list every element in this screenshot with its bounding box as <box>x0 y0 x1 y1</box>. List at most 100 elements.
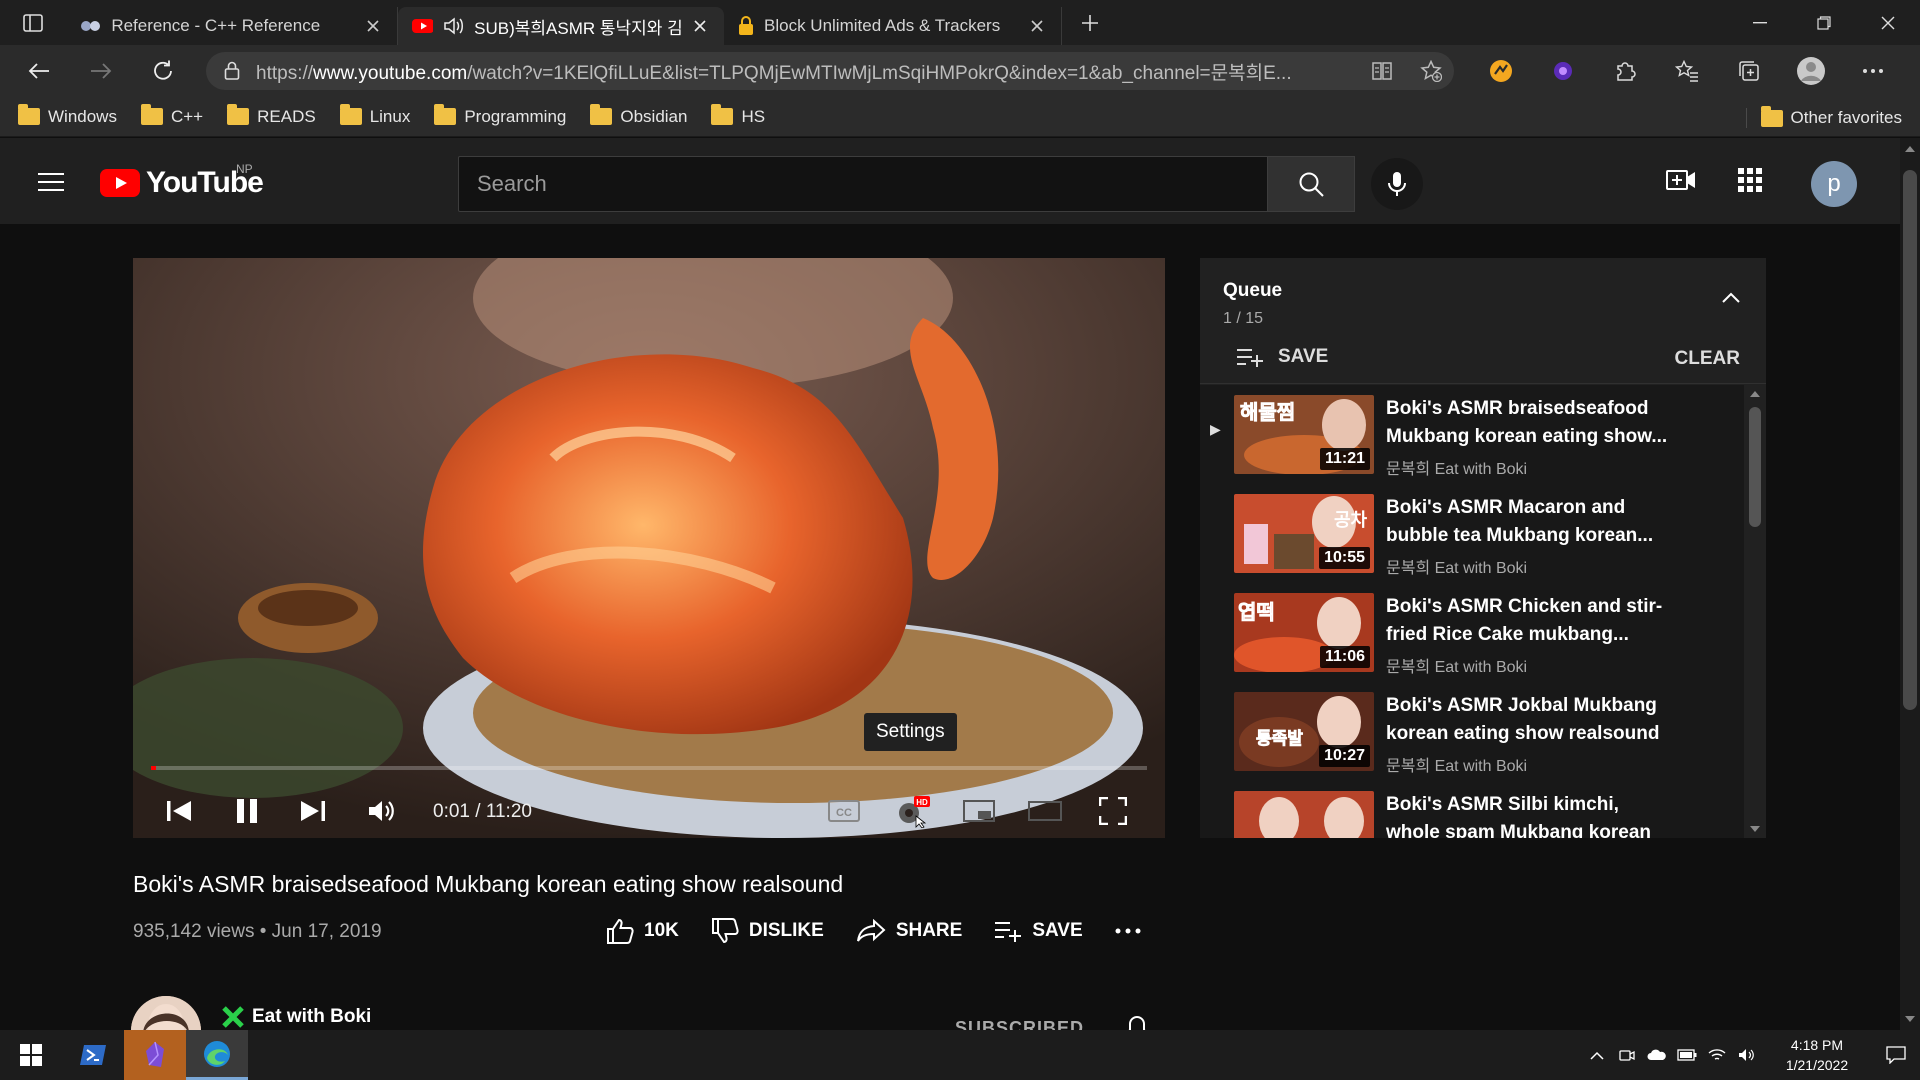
scroll-down-arrow-icon[interactable] <box>1744 822 1766 836</box>
favorite-folder-linux[interactable]: Linux <box>339 104 410 127</box>
battery-icon <box>1677 1049 1697 1061</box>
queue-scrollbar[interactable] <box>1744 385 1766 838</box>
miniplayer-button[interactable] <box>961 791 997 831</box>
tray-wifi-button[interactable] <box>1702 1030 1732 1080</box>
microphone-icon <box>1388 172 1406 196</box>
queue-item[interactable]: ▶ 해물찜 11:21 Boki's ASMR braisedseafood M… <box>1200 385 1744 484</box>
favorite-folder-windows[interactable]: Windows <box>18 104 117 127</box>
lock-icon[interactable] <box>224 61 240 81</box>
tab-close-icon[interactable] <box>1027 16 1047 36</box>
next-button[interactable] <box>297 791 329 831</box>
immersive-reader-icon[interactable] <box>1372 61 1392 81</box>
scroll-down-arrow-icon[interactable] <box>1900 1012 1920 1026</box>
guide-menu-button[interactable] <box>38 172 64 192</box>
tab-cpp-reference[interactable]: Reference - C++ Reference <box>66 7 398 45</box>
tray-onedrive-button[interactable] <box>1642 1030 1672 1080</box>
queue-item[interactable]: 엽떡 11:06 Boki's ASMR Chicken and stir-fr… <box>1200 583 1744 682</box>
previous-button[interactable] <box>163 791 195 831</box>
tray-volume-button[interactable] <box>1732 1030 1762 1080</box>
new-tab-button[interactable] <box>1068 4 1112 42</box>
url-text[interactable]: https://www.youtube.com/watch?v=1KElQfiL… <box>256 58 1336 85</box>
scroll-up-arrow-icon[interactable] <box>1900 142 1920 156</box>
queue-collapse-button[interactable] <box>1722 292 1740 303</box>
notification-bell-button[interactable] <box>1126 1014 1148 1030</box>
dislike-button[interactable]: DISLIKE <box>711 918 824 944</box>
voice-search-button[interactable] <box>1371 158 1423 210</box>
other-favorites[interactable]: Other favorites <box>1745 105 1902 128</box>
more-actions-button[interactable] <box>1115 928 1141 934</box>
queue-scrollbar-thumb[interactable] <box>1749 407 1761 527</box>
save-to-playlist-button[interactable]: SAVE <box>994 920 1083 942</box>
tab-actions-button[interactable] <box>0 0 66 45</box>
queue-item[interactable]: Boki's ASMR Silbi kimchi, whole spam Muk… <box>1200 781 1744 838</box>
add-favorite-star-icon[interactable] <box>1420 60 1442 82</box>
favorites-button[interactable] <box>1656 45 1718 97</box>
youtube-favicon-icon <box>412 19 434 33</box>
search-input[interactable]: Search <box>458 156 1268 212</box>
subscribe-button[interactable]: SUBSCRIBED <box>955 1018 1084 1030</box>
search-button[interactable] <box>1267 156 1355 212</box>
create-button[interactable] <box>1666 168 1696 192</box>
start-button[interactable] <box>0 1030 62 1080</box>
mute-button[interactable] <box>365 791 399 831</box>
show-hidden-icons-button[interactable] <box>1582 1030 1612 1080</box>
taskbar-obsidian[interactable] <box>124 1030 186 1080</box>
queue-item[interactable]: 통족발 10:27 Boki's ASMR Jokbal Mukbang kor… <box>1200 682 1744 781</box>
taskbar-powershell[interactable] <box>62 1030 124 1080</box>
speaker-audio-icon[interactable] <box>443 16 464 36</box>
video-player[interactable]: Settings 0:01 / 11:20 CC HD <box>133 258 1165 838</box>
edge-browser-icon <box>204 1040 230 1067</box>
queue-save-button[interactable]: SAVE <box>1236 346 1328 368</box>
queue-duration: 11:06 <box>1319 646 1370 668</box>
tab-close-icon[interactable] <box>364 16 383 36</box>
profile-button[interactable] <box>1780 45 1842 97</box>
favorite-folder-obsidian[interactable]: Obsidian <box>590 104 687 127</box>
taskbar-edge[interactable] <box>186 1030 248 1080</box>
favorite-folder-reads[interactable]: READS <box>227 104 316 127</box>
close-window-button[interactable] <box>1856 0 1920 45</box>
tray-meet-button[interactable] <box>1612 1030 1642 1080</box>
subtitles-button[interactable]: CC <box>827 791 861 831</box>
taskbar-clock[interactable]: 4:18 PM 1/21/2022 <box>1762 1035 1872 1075</box>
page-scrollbar-thumb[interactable] <box>1903 170 1917 710</box>
page-scrollbar[interactable] <box>1900 138 1920 1030</box>
restore-button[interactable] <box>1792 0 1856 45</box>
settings-more-button[interactable] <box>1842 45 1904 97</box>
channel-name[interactable]: Eat with Boki <box>222 1006 371 1028</box>
queue-clear-button[interactable]: CLEAR <box>1675 348 1740 370</box>
tab-youtube[interactable]: SUB)복희ASMR 통낙지와 김 <box>398 7 724 45</box>
channel-avatar[interactable] <box>131 996 201 1030</box>
share-button[interactable]: SHARE <box>856 919 962 943</box>
chevron-up-icon <box>1590 1051 1604 1060</box>
extensions-button[interactable] <box>1594 45 1656 97</box>
tray-battery-button[interactable] <box>1672 1030 1702 1080</box>
like-button[interactable]: 10K <box>606 918 679 944</box>
progress-bar[interactable] <box>151 766 1147 770</box>
minimize-button[interactable] <box>1728 0 1792 45</box>
clock-time: 4:18 PM <box>1790 1037 1844 1053</box>
scroll-up-arrow-icon[interactable] <box>1744 387 1766 401</box>
forward-button[interactable] <box>70 45 132 97</box>
bell-icon <box>1128 1016 1146 1030</box>
back-button[interactable] <box>8 45 70 97</box>
collections-button[interactable] <box>1718 45 1780 97</box>
hd-badge: HD <box>916 798 928 807</box>
tab-block-ads[interactable]: Block Unlimited Ads & Trackers - <box>724 7 1062 45</box>
account-avatar[interactable]: p <box>1811 161 1857 207</box>
extension-orange-button[interactable] <box>1470 45 1532 97</box>
theater-mode-button[interactable] <box>1027 791 1063 831</box>
refresh-button[interactable] <box>132 45 194 97</box>
favorite-folder-programming[interactable]: Programming <box>434 104 566 127</box>
apps-button[interactable] <box>1738 168 1762 192</box>
settings-button[interactable]: HD <box>893 791 933 831</box>
favorite-folder-cpp[interactable]: C++ <box>140 104 203 127</box>
queue-item[interactable]: 공차 10:55 Boki's ASMR Macaron and bubble … <box>1200 484 1744 583</box>
fullscreen-button[interactable] <box>1095 791 1131 831</box>
favorite-folder-hs[interactable]: HS <box>711 104 765 127</box>
pause-button[interactable] <box>231 791 263 831</box>
queue-save-label: SAVE <box>1278 346 1329 367</box>
extension-purple-button[interactable] <box>1532 45 1594 97</box>
address-bar[interactable]: https://www.youtube.com/watch?v=1KElQfiL… <box>206 52 1454 90</box>
action-center-button[interactable] <box>1872 1030 1920 1080</box>
tab-close-icon[interactable] <box>691 16 710 36</box>
